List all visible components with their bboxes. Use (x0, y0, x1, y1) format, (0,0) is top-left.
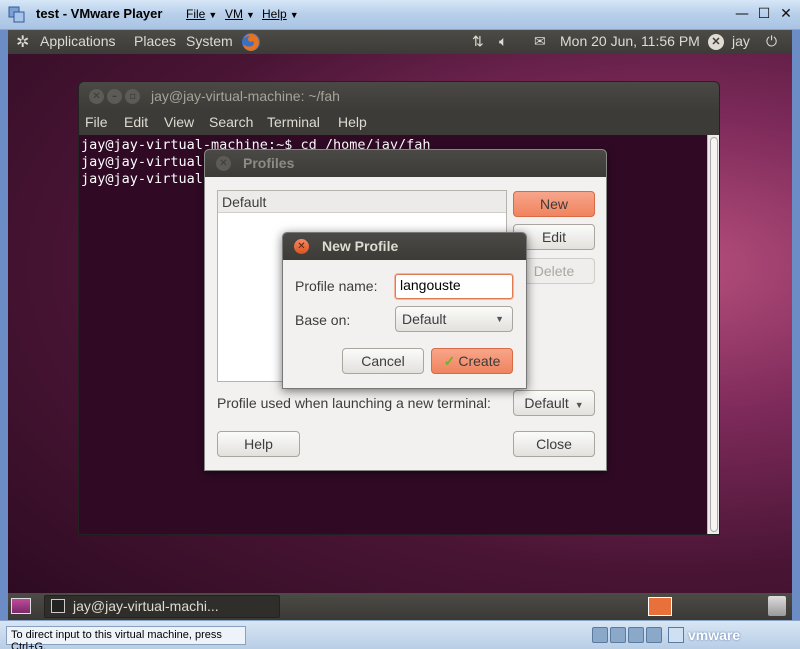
chevron-down-icon: ▼ (289, 10, 299, 20)
close-icon[interactable]: ✕ (89, 89, 104, 104)
vmware-statusbar: To direct input to this virtual machine,… (0, 620, 800, 649)
power-icon[interactable]: ⏻ (766, 33, 777, 50)
profiles-titlebar[interactable]: ✕ Profiles (205, 150, 606, 177)
show-desktop-icon[interactable] (11, 598, 31, 614)
ubuntu-logo-icon[interactable]: ✲ (16, 32, 29, 52)
vmware-app-icon (8, 6, 25, 23)
menu-applications[interactable]: Applications (40, 33, 116, 49)
base-on-label: Base on: (295, 312, 351, 328)
scrollbar-thumb[interactable] (710, 137, 718, 532)
terminal-title: jay@jay-virtual-machine: ~/fah (151, 88, 340, 104)
taskbar-terminal-item[interactable]: jay@jay-virtual-machi... (44, 595, 280, 618)
cancel-button[interactable]: Cancel (342, 348, 424, 374)
vmware-titlebar: test - VMware Player File ▼ VM ▼ Help ▼ — ☐… (0, 0, 800, 30)
terminal-scrollbar[interactable] (707, 135, 719, 534)
profile-used-select[interactable]: Default ▼ (513, 390, 595, 416)
vmware-menu-file[interactable]: File ▼ (186, 7, 217, 21)
minimize-icon[interactable]: — (733, 6, 751, 24)
terminal-menu-search[interactable]: Search (209, 114, 253, 130)
terminal-menu-file[interactable]: File (85, 114, 108, 130)
vmware-logo: vmware (688, 627, 741, 643)
user-name[interactable]: jay (732, 33, 750, 49)
terminal-menu-edit[interactable]: Edit (124, 114, 148, 130)
vmware-menu-vm[interactable]: VM ▼ (225, 7, 255, 21)
ubuntu-bottom-panel: jay@jay-virtual-machi... (8, 593, 792, 620)
close-icon[interactable]: ✕ (294, 239, 309, 254)
menu-places[interactable]: Places (134, 33, 176, 49)
vmware-input-hint: To direct input to this virtual machine,… (6, 626, 246, 649)
menu-system[interactable]: System (186, 33, 233, 49)
terminal-menubar: File Edit View Search Terminal Help (79, 111, 719, 135)
devices-icon[interactable] (668, 627, 684, 643)
sound-icon[interactable] (646, 627, 662, 643)
chevron-down-icon: ▼ (208, 10, 218, 20)
network-icon[interactable]: ⇅ (472, 33, 484, 50)
user-status-icon[interactable]: ✕ (708, 34, 724, 50)
help-button[interactable]: Help (217, 431, 300, 457)
workspace-switcher-icon[interactable] (648, 597, 672, 616)
close-icon[interactable]: ✕ (216, 156, 231, 171)
taskbar-item-label: jay@jay-virtual-machi... (73, 598, 219, 614)
list-item[interactable]: Default (218, 191, 506, 213)
new-profile-button[interactable]: New (513, 191, 595, 217)
hard-disk-icon[interactable] (592, 627, 608, 643)
profile-used-label: Profile used when launching a new termin… (217, 395, 491, 411)
new-profile-title: New Profile (322, 238, 399, 254)
checkmark-icon: ✓ (443, 353, 456, 369)
terminal-titlebar[interactable]: ✕ – ▫ jay@jay-virtual-machine: ~/fah (79, 82, 719, 111)
close-button[interactable]: Close (513, 431, 595, 457)
clock[interactable]: Mon 20 Jun, 11:56 PM (560, 33, 700, 49)
profile-name-input[interactable]: langouste (395, 274, 513, 299)
profiles-title: Profiles (243, 155, 295, 171)
vmware-menu-help[interactable]: Help ▼ (262, 7, 299, 21)
ubuntu-top-panel: ✲ Applications Places System ⇅ 🔈︎ ✉ Mon … (8, 30, 792, 54)
maximize-icon[interactable]: ☐ (755, 6, 773, 24)
chevron-down-icon: ▼ (495, 314, 504, 324)
vmware-window-title: test - VMware Player (36, 6, 163, 21)
new-profile-dialog[interactable]: ✕ New Profile Profile name: langouste Ba… (282, 232, 527, 389)
chevron-down-icon: ▼ (246, 10, 255, 20)
chevron-down-icon: ▼ (574, 400, 584, 410)
maximize-icon[interactable]: ▫ (125, 89, 140, 104)
new-profile-titlebar[interactable]: ✕ New Profile (283, 233, 526, 260)
trash-icon[interactable] (768, 596, 786, 616)
terminal-menu-view[interactable]: View (164, 114, 194, 130)
terminal-menu-help[interactable]: Help (338, 114, 367, 130)
terminal-menu-terminal[interactable]: Terminal (267, 114, 320, 130)
create-button[interactable]: ✓ Create (431, 348, 513, 374)
close-icon[interactable]: ✕ (777, 6, 795, 24)
volume-icon[interactable]: 🔈︎ (499, 33, 507, 50)
minimize-icon[interactable]: – (107, 89, 122, 104)
firefox-icon[interactable] (240, 31, 262, 53)
guest-desktop[interactable]: ✲ Applications Places System ⇅ 🔈︎ ✉ Mon … (8, 30, 792, 620)
cdrom-icon[interactable] (628, 627, 644, 643)
profile-name-label: Profile name: (295, 278, 378, 294)
floppy-icon[interactable] (610, 627, 626, 643)
mail-icon[interactable]: ✉ (534, 33, 546, 50)
terminal-icon (51, 599, 65, 613)
base-on-select[interactable]: Default ▼ (395, 306, 513, 332)
